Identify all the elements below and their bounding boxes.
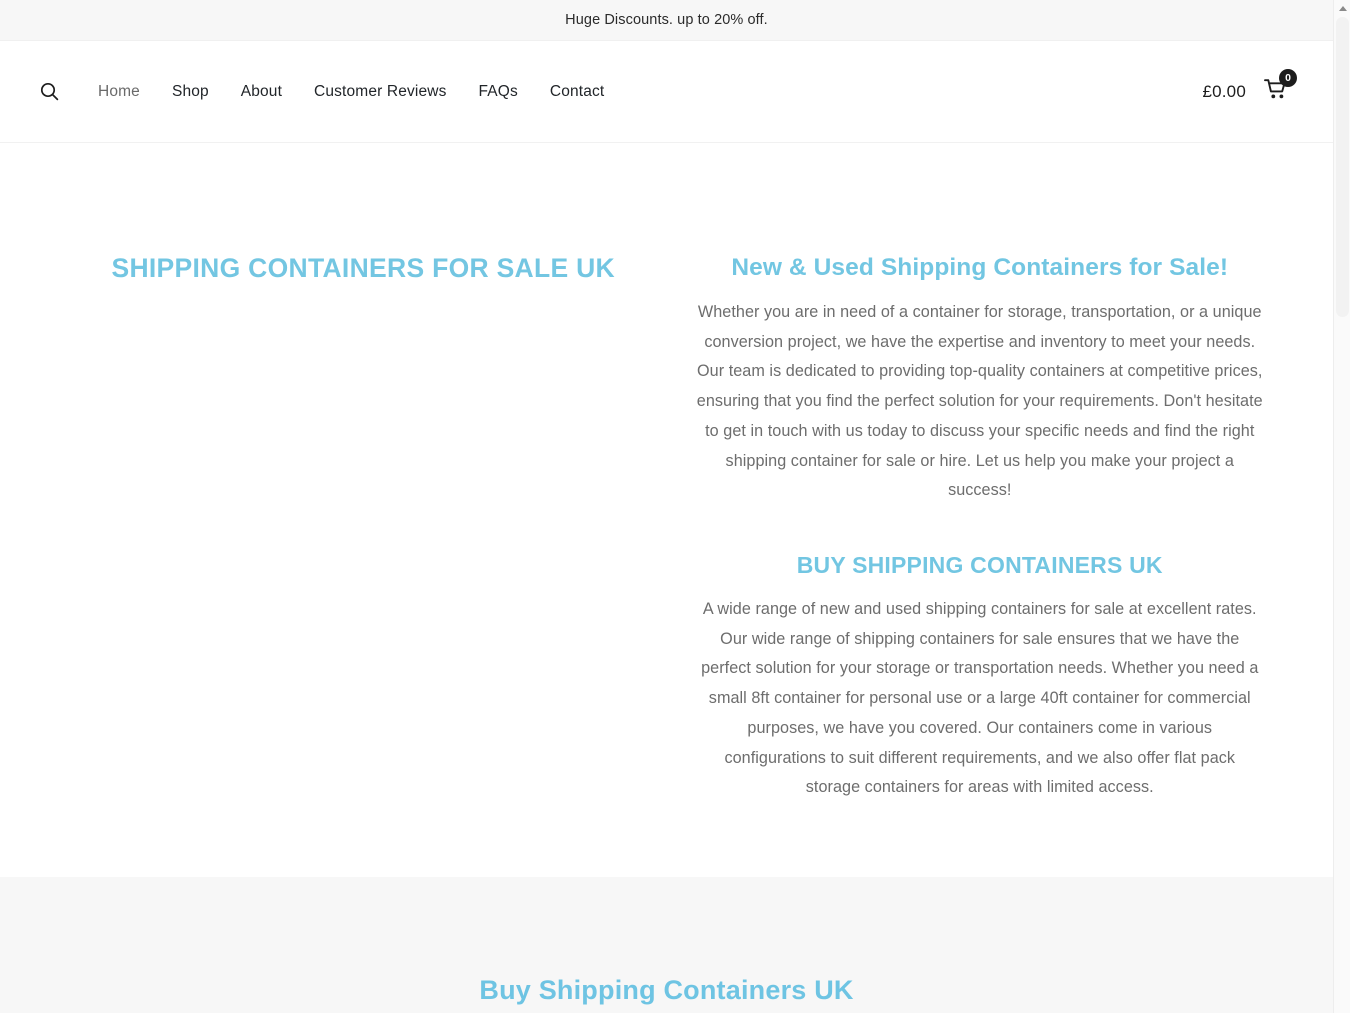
hero-right-paragraph: Whether you are in need of a container f… (696, 303, 1263, 500)
search-icon (40, 82, 59, 101)
main-navigation: Home Shop About Customer Reviews FAQs Co… (82, 77, 620, 107)
hero-left-title: SHIPPING CONTAINERS FOR SALE UK (111, 253, 615, 283)
hero-section: SHIPPING CONTAINERS FOR SALE UK New & Us… (0, 143, 1333, 877)
nav-item-faqs[interactable]: FAQs (463, 77, 534, 107)
lower-section-title: Buy Shipping Containers UK (479, 975, 854, 1005)
nav-item-about[interactable]: About (225, 77, 298, 107)
nav-item-home[interactable]: Home (82, 77, 156, 107)
scrollbar-up-arrow-icon[interactable] (1334, 0, 1350, 17)
buy-shipping-containers-subtitle: BUY SHIPPING CONTAINERS UK (796, 551, 1163, 578)
hero-columns: SHIPPING CONTAINERS FOR SALE UK New & Us… (0, 251, 1333, 803)
cart-button[interactable]: 0 (1264, 69, 1297, 105)
page-scrollbar[interactable] (1333, 0, 1350, 1013)
lower-grey-section: Buy Shipping Containers UK (0, 877, 1333, 1013)
nav-item-contact[interactable]: Contact (534, 77, 620, 107)
buy-shipping-containers-paragraph: A wide range of new and used shipping co… (701, 600, 1259, 797)
search-button[interactable] (34, 77, 64, 107)
hero-left-column: SHIPPING CONTAINERS FOR SALE UK (60, 251, 667, 744)
page-viewport: Huge Discounts. up to 20% off. Home Shop… (0, 0, 1333, 1013)
header-cart-area: £0.00 0 (1202, 69, 1309, 105)
cart-total-amount: £0.00 (1202, 81, 1246, 101)
nav-item-shop[interactable]: Shop (156, 77, 225, 107)
announcement-bar: Huge Discounts. up to 20% off. (0, 0, 1333, 41)
scrollbar-thumb[interactable] (1336, 17, 1349, 317)
hero-right-title: New & Used Shipping Containers for Sale! (731, 254, 1229, 281)
nav-item-customer-reviews[interactable]: Customer Reviews (298, 77, 462, 107)
hero-right-column: New & Used Shipping Containers for Sale!… (667, 251, 1274, 803)
site-header: Home Shop About Customer Reviews FAQs Co… (0, 41, 1333, 143)
cart-item-count-badge: 0 (1279, 69, 1297, 87)
announcement-text: Huge Discounts. up to 20% off. (565, 12, 768, 28)
page-root: Huge Discounts. up to 20% off. Home Shop… (0, 0, 1350, 1013)
hero-media-placeholder (100, 313, 627, 744)
